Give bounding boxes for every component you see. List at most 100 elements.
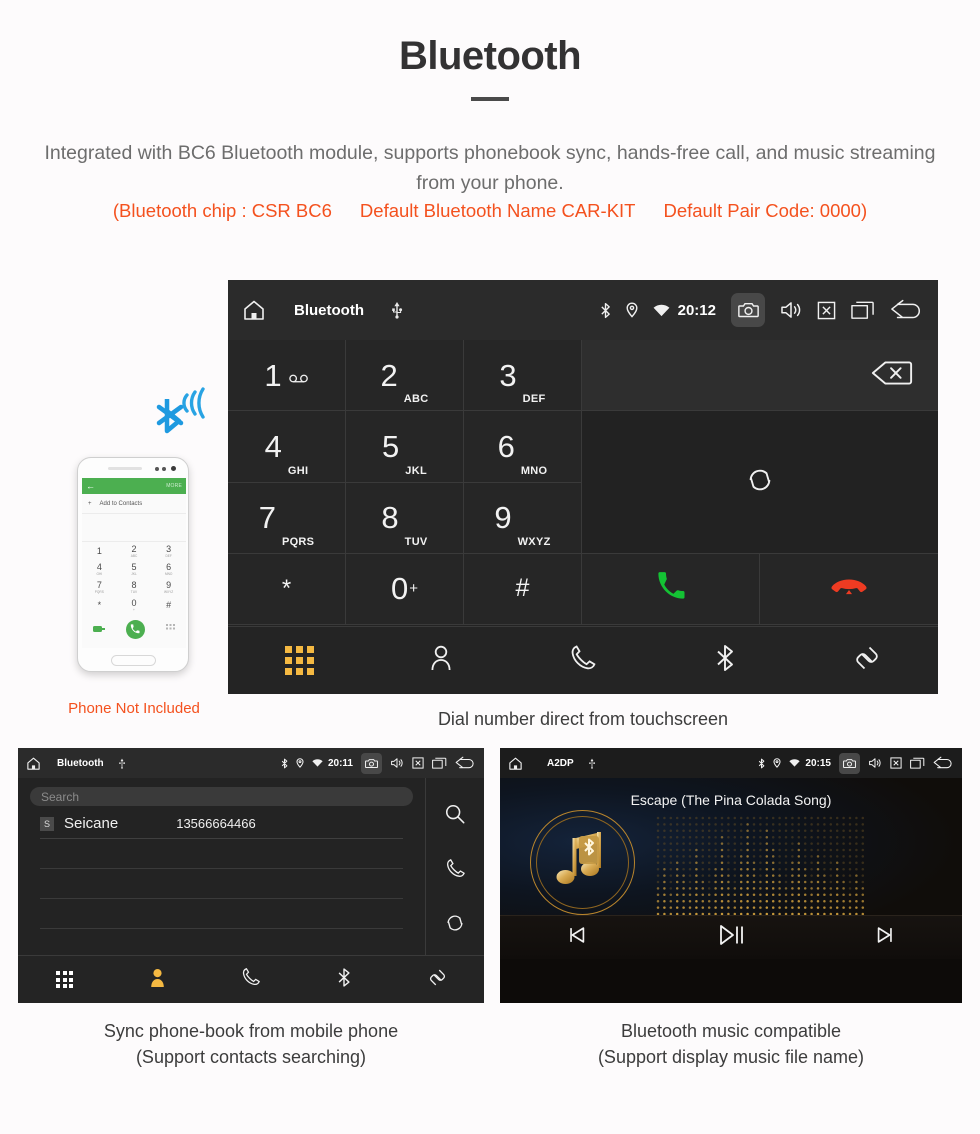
key-hash[interactable]: #: [464, 553, 582, 625]
phone-sensor2-icon: [155, 467, 159, 471]
phone-not-included-note: Phone Not Included: [68, 700, 200, 717]
key-7[interactable]: 7 PQRS: [228, 482, 346, 554]
phone-keypad-toggle-icon: [166, 620, 176, 638]
key-6[interactable]: 6 MNO: [464, 411, 582, 483]
phone-sensor-icon: [162, 467, 166, 471]
music-caption-line1: Bluetooth music compatible: [620, 1021, 842, 1041]
bluetooth-icon[interactable]: [337, 967, 351, 993]
dialer-navbar: [228, 626, 938, 694]
spec-chip: (Bluetooth chip : CSR BC6: [112, 200, 332, 221]
key-9[interactable]: 9 WXYZ: [464, 482, 582, 554]
key-2[interactable]: 2 ABC: [346, 340, 464, 412]
volume-icon[interactable]: [390, 757, 404, 769]
home-icon[interactable]: [508, 756, 523, 771]
close-box-icon[interactable]: [817, 301, 836, 320]
music-statusbar: A2DP 20:15: [500, 748, 962, 778]
home-icon[interactable]: [26, 756, 41, 771]
nav-bluetooth[interactable]: [298, 967, 391, 993]
recents-icon[interactable]: [851, 300, 875, 320]
back-icon[interactable]: [455, 756, 476, 770]
play-pause-icon[interactable]: [717, 921, 745, 954]
key-5[interactable]: 5 JKL: [346, 411, 464, 483]
close-box-icon[interactable]: [890, 757, 902, 769]
nav-bluetooth[interactable]: [654, 643, 796, 678]
key-8[interactable]: 8 TUV: [346, 482, 464, 554]
phone-more-label: MORE: [166, 483, 182, 489]
link-icon[interactable]: [427, 967, 448, 993]
dialer-clock: 20:12: [677, 301, 716, 319]
nav-keypad[interactable]: [18, 971, 111, 988]
handset-icon[interactable]: [445, 858, 466, 879]
previous-button[interactable]: [500, 924, 654, 951]
nav-call-log[interactable]: [204, 967, 297, 992]
key-star[interactable]: *: [228, 553, 346, 625]
keypad-icon[interactable]: [284, 646, 314, 675]
back-icon[interactable]: [933, 756, 954, 770]
play-pause-button[interactable]: [654, 921, 808, 954]
bluetooth-icon[interactable]: [715, 643, 735, 678]
camera-icon[interactable]: [731, 293, 765, 327]
camera-icon[interactable]: [361, 752, 382, 774]
nav-link[interactable]: [391, 967, 484, 993]
nav-contacts[interactable]: [111, 967, 204, 993]
sync-icon[interactable]: [444, 912, 466, 934]
skip-previous-icon[interactable]: [566, 924, 588, 951]
nav-keypad[interactable]: [228, 646, 370, 675]
search-input[interactable]: Search: [30, 787, 413, 806]
contacts-side-actions: [426, 778, 484, 955]
number-display-backspace[interactable]: [582, 340, 938, 412]
back-icon[interactable]: [890, 299, 924, 321]
call-button[interactable]: [582, 553, 760, 625]
phone-sim-icon: [92, 620, 105, 638]
call-icon[interactable]: [656, 571, 686, 606]
phone-key: 1: [96, 545, 102, 556]
phone-call-button-icon: [125, 619, 145, 639]
dialer-title: Bluetooth: [294, 301, 364, 319]
bluetooth-icon: [758, 758, 765, 769]
wifi-icon: [789, 759, 801, 767]
phone-key: 9 WXYZ: [164, 579, 174, 594]
equalizer-visualization: [656, 816, 865, 926]
contact-row[interactable]: S Seicane 13566664466: [40, 809, 403, 839]
camera-icon[interactable]: [839, 752, 860, 774]
handset-icon[interactable]: [241, 967, 261, 992]
key-4[interactable]: 4 GHI: [228, 411, 346, 483]
nav-link[interactable]: [796, 643, 938, 678]
phone-back-icon: ←: [86, 481, 95, 491]
usb-icon: [390, 301, 404, 319]
recents-icon[interactable]: [432, 757, 447, 769]
key-0[interactable]: 0 +: [346, 553, 464, 625]
contacts-list-panel: Search S Seicane 13566664466: [18, 778, 426, 955]
nav-call-log[interactable]: [512, 644, 654, 677]
phone-add-contact-row: + Add to Contacts: [82, 494, 186, 514]
skip-next-icon[interactable]: [874, 924, 896, 951]
contact-row-empty: [40, 899, 403, 929]
search-icon[interactable]: [444, 803, 466, 825]
phonebook-body: Search S Seicane 13566664466: [18, 778, 484, 1003]
next-button[interactable]: [808, 924, 962, 951]
volume-icon[interactable]: [780, 300, 802, 320]
contact-icon[interactable]: [428, 644, 454, 677]
contact-filled-icon[interactable]: [148, 967, 167, 993]
phone-key: *: [97, 599, 102, 610]
sync-contacts-button[interactable]: [582, 411, 938, 554]
hangup-icon[interactable]: [831, 576, 867, 601]
key-3[interactable]: 3 DEF: [464, 340, 582, 412]
backspace-icon[interactable]: [870, 359, 914, 392]
volume-icon[interactable]: [868, 757, 882, 769]
sync-icon[interactable]: [745, 465, 775, 500]
hangup-button[interactable]: [760, 553, 938, 625]
page-title: Bluetooth: [398, 34, 582, 78]
link-icon[interactable]: [852, 643, 882, 678]
close-box-icon[interactable]: [412, 757, 424, 769]
phone-app-bar: ← MORE: [82, 478, 186, 494]
phone-key: 6 MNO: [164, 561, 173, 576]
nav-contacts[interactable]: [370, 644, 512, 677]
home-icon[interactable]: [242, 298, 266, 322]
recents-icon[interactable]: [910, 757, 925, 769]
key-1[interactable]: 1: [228, 340, 346, 412]
phone-earpiece: [108, 467, 142, 470]
phonebook-navbar: [18, 955, 484, 1003]
keypad-icon[interactable]: [56, 971, 74, 988]
handset-icon[interactable]: [569, 644, 597, 677]
